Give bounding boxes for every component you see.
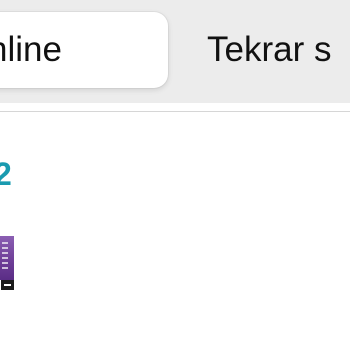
item-number: 2 bbox=[0, 156, 12, 192]
tab-online[interactable]: nline bbox=[0, 12, 168, 88]
tab-replay-label: Tekrar s bbox=[207, 30, 332, 69]
app-screen: nline Tekrar s 2 bbox=[0, 0, 350, 350]
header-divider bbox=[0, 111, 350, 112]
tab-replay[interactable]: Tekrar s bbox=[207, 12, 350, 88]
tab-online-label: nline bbox=[0, 30, 62, 69]
video-thumbnail-icon[interactable] bbox=[0, 236, 14, 292]
segmented-control: nline Tekrar s bbox=[0, 0, 350, 103]
thumbnail-caption-bar bbox=[1, 280, 14, 290]
thumbnail-art bbox=[0, 236, 14, 280]
